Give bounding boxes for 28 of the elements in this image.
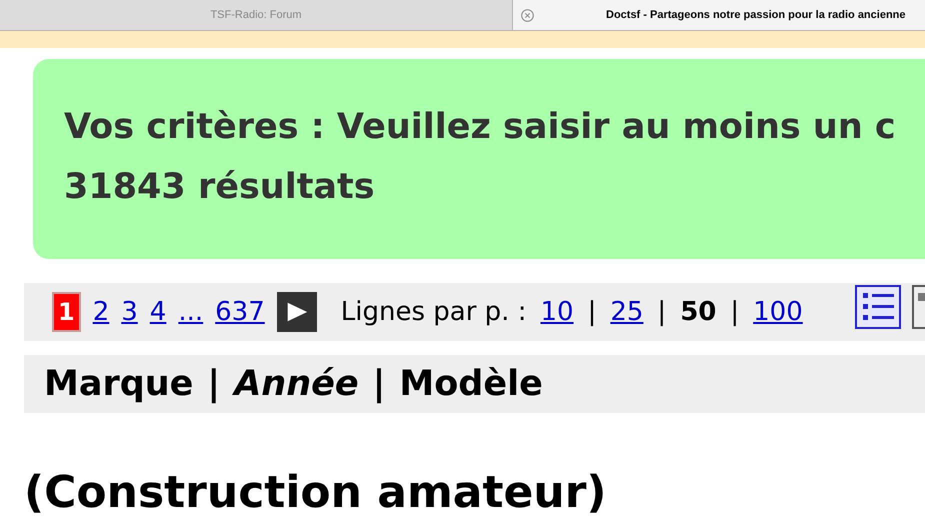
grid-view-icon[interactable] — [912, 285, 925, 329]
sort-link[interactable]: Marque — [44, 358, 194, 410]
separator: | — [588, 296, 596, 329]
page-link[interactable]: 4 — [150, 290, 166, 334]
sort-link[interactable]: Modèle — [399, 358, 543, 410]
per-page-link[interactable]: 10 — [540, 290, 574, 334]
separator: | — [730, 296, 740, 329]
page-link[interactable]: 3 — [121, 290, 138, 334]
separator: | — [207, 362, 220, 406]
criteria-text: Vos critères : Veuillez saisir au moins un c — [64, 106, 897, 149]
page-link[interactable]: ... — [178, 290, 204, 334]
per-page-label: Lignes par p. : — [340, 296, 526, 329]
next-page-button[interactable] — [276, 292, 317, 332]
page-link[interactable]: 637 — [215, 290, 265, 334]
browser-tab[interactable]: Doctsf - Partageons notre passion pour la radio ancienne — [512, 0, 925, 30]
per-page-current: 50 — [680, 296, 716, 329]
sort-link[interactable]: Année — [234, 358, 359, 410]
result-count: 31843 résultats — [64, 166, 376, 209]
per-page-link[interactable]: 25 — [610, 290, 644, 334]
page-link[interactable]: 2 — [92, 290, 110, 334]
separator: | — [657, 296, 666, 329]
list-view-icon[interactable] — [855, 285, 901, 329]
separator: | — [372, 362, 386, 406]
per-page-link[interactable]: 100 — [753, 290, 803, 334]
section-heading: (Construction amateur) — [24, 466, 608, 520]
current-page: 1 — [52, 292, 81, 332]
play-icon — [284, 301, 309, 323]
close-icon[interactable] — [521, 8, 534, 22]
